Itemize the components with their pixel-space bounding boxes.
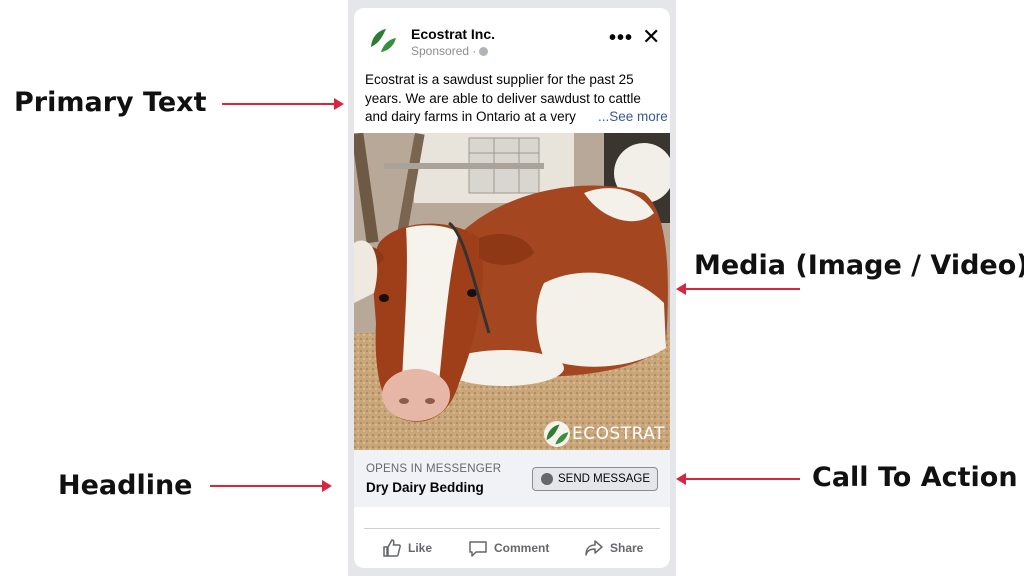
company-name[interactable]: Ecostrat Inc. [411, 26, 495, 42]
share-icon [585, 540, 603, 556]
annotation-call-to-action: Call To Action [812, 462, 1018, 493]
globe-icon [479, 47, 489, 56]
comment-label: Comment [494, 541, 550, 555]
watermark-text: ECOSTRAT [572, 424, 665, 444]
annotation-primary-text: Primary Text [14, 87, 207, 118]
headline[interactable]: Dry Dairy Bedding [366, 480, 484, 495]
like-icon [383, 539, 401, 557]
phone-frame: Ecostrat Inc. Sponsored · ••• ✕ Ecostrat… [348, 0, 676, 576]
arrow-headline [210, 480, 332, 492]
ecostrat-logo-icon[interactable] [368, 25, 398, 55]
like-button[interactable]: Like [382, 538, 442, 558]
ecostrat-watermark-icon [544, 421, 570, 447]
cow-image [354, 133, 670, 450]
arrow-media [676, 283, 800, 295]
see-more-link[interactable]: ...See more [594, 108, 668, 127]
arrow-primary-text [222, 98, 344, 110]
close-icon[interactable]: ✕ [642, 26, 660, 48]
send-message-button[interactable]: SEND MESSAGE [532, 467, 658, 491]
ad-card: Ecostrat Inc. Sponsored · ••• ✕ Ecostrat… [354, 8, 670, 568]
divider [364, 528, 660, 529]
comment-button[interactable]: Comment [468, 538, 558, 558]
sponsored-text: Sponsored · [411, 44, 477, 58]
ad-header: Ecostrat Inc. Sponsored · ••• ✕ [354, 8, 670, 68]
sponsored-label: Sponsored · [411, 44, 489, 58]
ad-media[interactable]: ECOSTRAT [354, 133, 670, 450]
arrow-call-to-action [676, 473, 800, 485]
more-icon[interactable]: ••• [609, 28, 633, 48]
annotation-media: Media (Image / Video) [694, 250, 1024, 281]
like-label: Like [408, 541, 433, 555]
messenger-icon [541, 473, 553, 485]
comment-icon [469, 541, 487, 557]
opens-in-messenger: OPENS IN MESSENGER [366, 463, 502, 475]
send-message-label: SEND MESSAGE [558, 473, 651, 485]
annotation-headline: Headline [58, 470, 193, 501]
share-button[interactable]: Share [584, 538, 654, 558]
cta-bar: OPENS IN MESSENGER Dry Dairy Bedding SEN… [354, 450, 670, 507]
share-label: Share [610, 541, 644, 555]
